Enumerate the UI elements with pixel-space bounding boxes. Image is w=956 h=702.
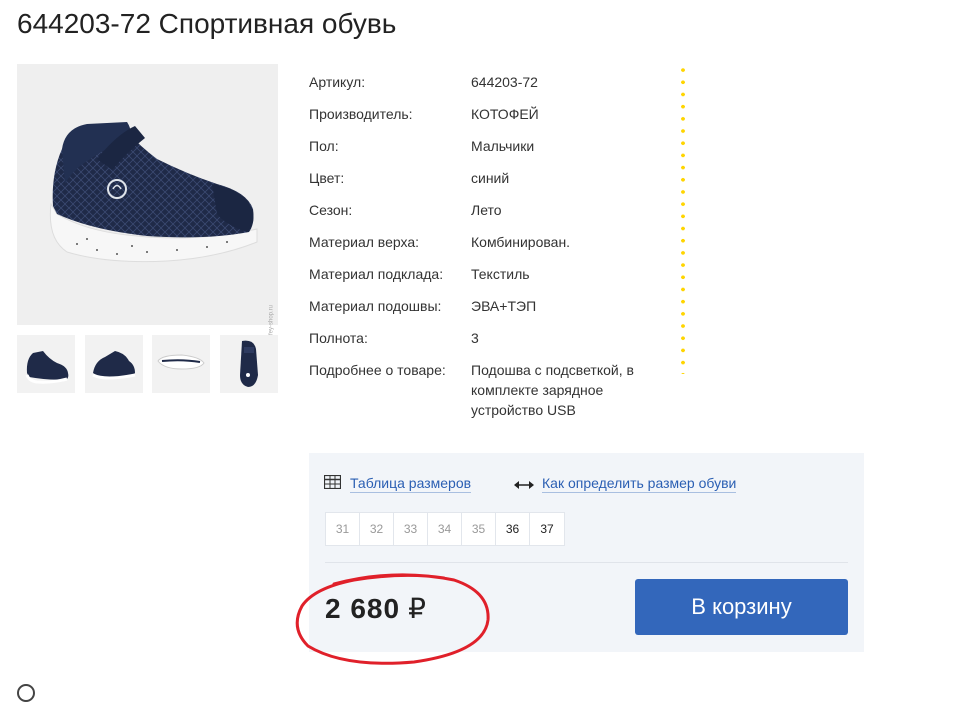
annotation-circle [295, 573, 490, 665]
spec-label: Артикул: [309, 74, 366, 90]
thumbnail-2[interactable] [85, 335, 143, 393]
spec-value: ЭВА+ТЭП [471, 298, 537, 314]
spec-value: Комбинирован. [471, 234, 571, 250]
spec-label: Цвет: [309, 170, 345, 186]
divider [325, 562, 848, 563]
spec-value: синий [471, 170, 510, 186]
arrows-horizontal-icon [514, 477, 534, 495]
spec-label: Материал подклада: [309, 266, 444, 282]
add-to-cart-button[interactable]: В корзину [635, 579, 848, 635]
thumbnail-1[interactable] [17, 335, 75, 393]
spec-label: Материал верха: [309, 234, 420, 250]
size-option-36[interactable]: 36 [496, 513, 530, 545]
size-option-35[interactable]: 35 [462, 513, 496, 545]
page-title: 644203-72 Спортивная обувь [17, 8, 397, 39]
spec-value: 3 [471, 330, 479, 346]
spec-value: Мальчики [471, 138, 535, 154]
spec-label: Материал подошвы: [309, 298, 442, 314]
spec-value: Подошва с подсветкой, в комплекте зарядн… [471, 362, 634, 418]
thumbnail-strip [17, 335, 278, 393]
thumbnail-4[interactable] [220, 335, 278, 393]
size-option-31[interactable]: 31 [326, 513, 360, 545]
main-product-image[interactable]: kotofey-shop.ru [17, 64, 278, 346]
spec-value: 644203-72 [471, 74, 538, 90]
spec-label: Пол: [309, 138, 339, 154]
size-option-37[interactable]: 37 [530, 513, 564, 545]
table-icon [323, 474, 342, 494]
size-selector: 31 32 33 34 35 36 37 [325, 512, 565, 546]
dotted-divider [681, 64, 685, 374]
spec-value: Лето [471, 202, 502, 218]
spec-value: Текстиль [471, 266, 530, 282]
partial-element [17, 684, 35, 702]
size-option-32[interactable]: 32 [360, 513, 394, 545]
size-option-33[interactable]: 33 [394, 513, 428, 545]
spec-label: Полнота: [309, 330, 368, 346]
size-table-link[interactable]: Таблица размеров [350, 475, 472, 493]
size-option-34[interactable]: 34 [428, 513, 462, 545]
spec-label: Сезон: [309, 202, 353, 218]
thumbnail-3[interactable] [152, 335, 210, 393]
spec-value: КОТОФЕЙ [471, 106, 539, 122]
spec-label: Подробнее о товаре: [309, 362, 446, 378]
how-to-size-link[interactable]: Как определить размер обуви [542, 475, 737, 493]
spec-label: Производитель: [309, 106, 413, 122]
